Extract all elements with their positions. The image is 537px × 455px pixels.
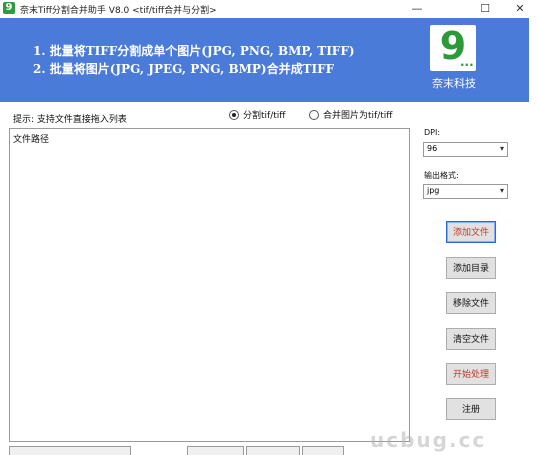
radio-split-label[interactable]: 分割tif/tiff [243, 108, 285, 121]
chevron-down-icon[interactable]: ▾ [500, 144, 504, 153]
output-format-select[interactable]: jpg ▾ [423, 184, 508, 199]
feature-line-split: 1. 批量将TIFF分割成单个图片(JPG, PNG, BMP, TIFF) [33, 44, 355, 58]
minimize-button[interactable]: — [400, 0, 434, 18]
window-title: 奈末Tiff分割合并助手 V8.0 <tif/tiff合并与分割> [20, 6, 217, 16]
file-path-column-header[interactable]: 文件路径 [13, 132, 49, 145]
drag-tip: 提示: 支持文件直接拖入列表 [13, 115, 127, 125]
file-list[interactable]: 文件路径 [9, 128, 410, 442]
maximize-button[interactable]: ☐ [468, 0, 502, 18]
chevron-down-icon[interactable]: ▾ [500, 186, 504, 195]
feature-line-merge: 2. 批量将图片(JPG, JPEG, PNG, BMP)合并成TIFF [33, 62, 335, 76]
radio-split-option[interactable]: 分割tif/tiff [229, 108, 285, 121]
radio-split-indicator[interactable] [229, 109, 239, 120]
title-bar: 9 奈末Tiff分割合并助手 V8.0 <tif/tiff合并与分割> — ☐ … [0, 0, 537, 18]
register-button[interactable]: 注册 [446, 398, 496, 420]
remove-file-button[interactable]: 移除文件 [446, 292, 496, 314]
clear-files-button[interactable]: 清空文件 [446, 328, 496, 350]
dpi-value: 96 [427, 144, 438, 153]
add-file-button[interactable]: 添加文件 [446, 221, 496, 243]
dpi-label: DPI: [424, 128, 441, 137]
app-icon: 9 [3, 2, 15, 14]
radio-merge-label[interactable]: 合并图片为tif/tiff [323, 108, 392, 121]
dpi-select[interactable]: 96 ▾ [423, 142, 508, 157]
brand-logo: 9 ... [430, 25, 476, 71]
watermark: ucbug.cc [370, 428, 487, 452]
brand-caption: 奈末科技 [432, 77, 476, 90]
output-format-value: jpg [427, 186, 440, 195]
logo-dots: ... [460, 55, 474, 69]
start-processing-button[interactable]: 开始处理 [446, 363, 496, 385]
output-format-label: 输出格式: [424, 171, 459, 180]
radio-merge-option[interactable]: 合并图片为tif/tiff [309, 108, 392, 121]
header-banner: 1. 批量将TIFF分割成单个图片(JPG, PNG, BMP, TIFF) 2… [0, 18, 529, 102]
radio-merge-indicator[interactable] [309, 109, 319, 120]
close-button[interactable]: ✕ [503, 0, 537, 18]
add-directory-button[interactable]: 添加目录 [446, 257, 496, 279]
